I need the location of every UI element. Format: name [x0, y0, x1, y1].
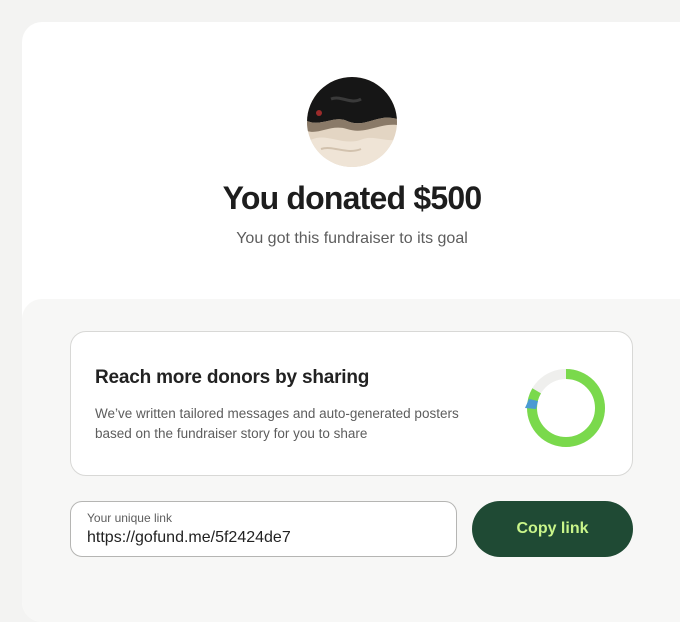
unique-link-value[interactable]: https://gofund.me/5f2424de7: [87, 529, 291, 547]
fundraiser-avatar: [307, 77, 397, 167]
share-promo-card[interactable]: Reach more donors by sharing We’ve writt…: [70, 331, 633, 476]
share-title: Reach more donors by sharing: [95, 367, 370, 388]
avatar-photo-icon: [307, 77, 397, 167]
unique-link-field[interactable]: Your unique link https://gofund.me/5f242…: [70, 501, 457, 557]
donation-card: You donated $500 You got this fundraiser…: [22, 22, 680, 622]
share-description: We’ve written tailored messages and auto…: [95, 406, 459, 441]
copy-link-button[interactable]: Copy link: [472, 501, 633, 557]
donation-subtitle: You got this fundraiser to its goal: [236, 230, 468, 247]
unique-link-label: Your unique link: [87, 511, 172, 525]
progress-ring-icon: [525, 369, 605, 447]
share-section: Reach more donors by sharing We’ve writt…: [22, 299, 680, 622]
donation-title: You donated $500: [222, 180, 482, 216]
